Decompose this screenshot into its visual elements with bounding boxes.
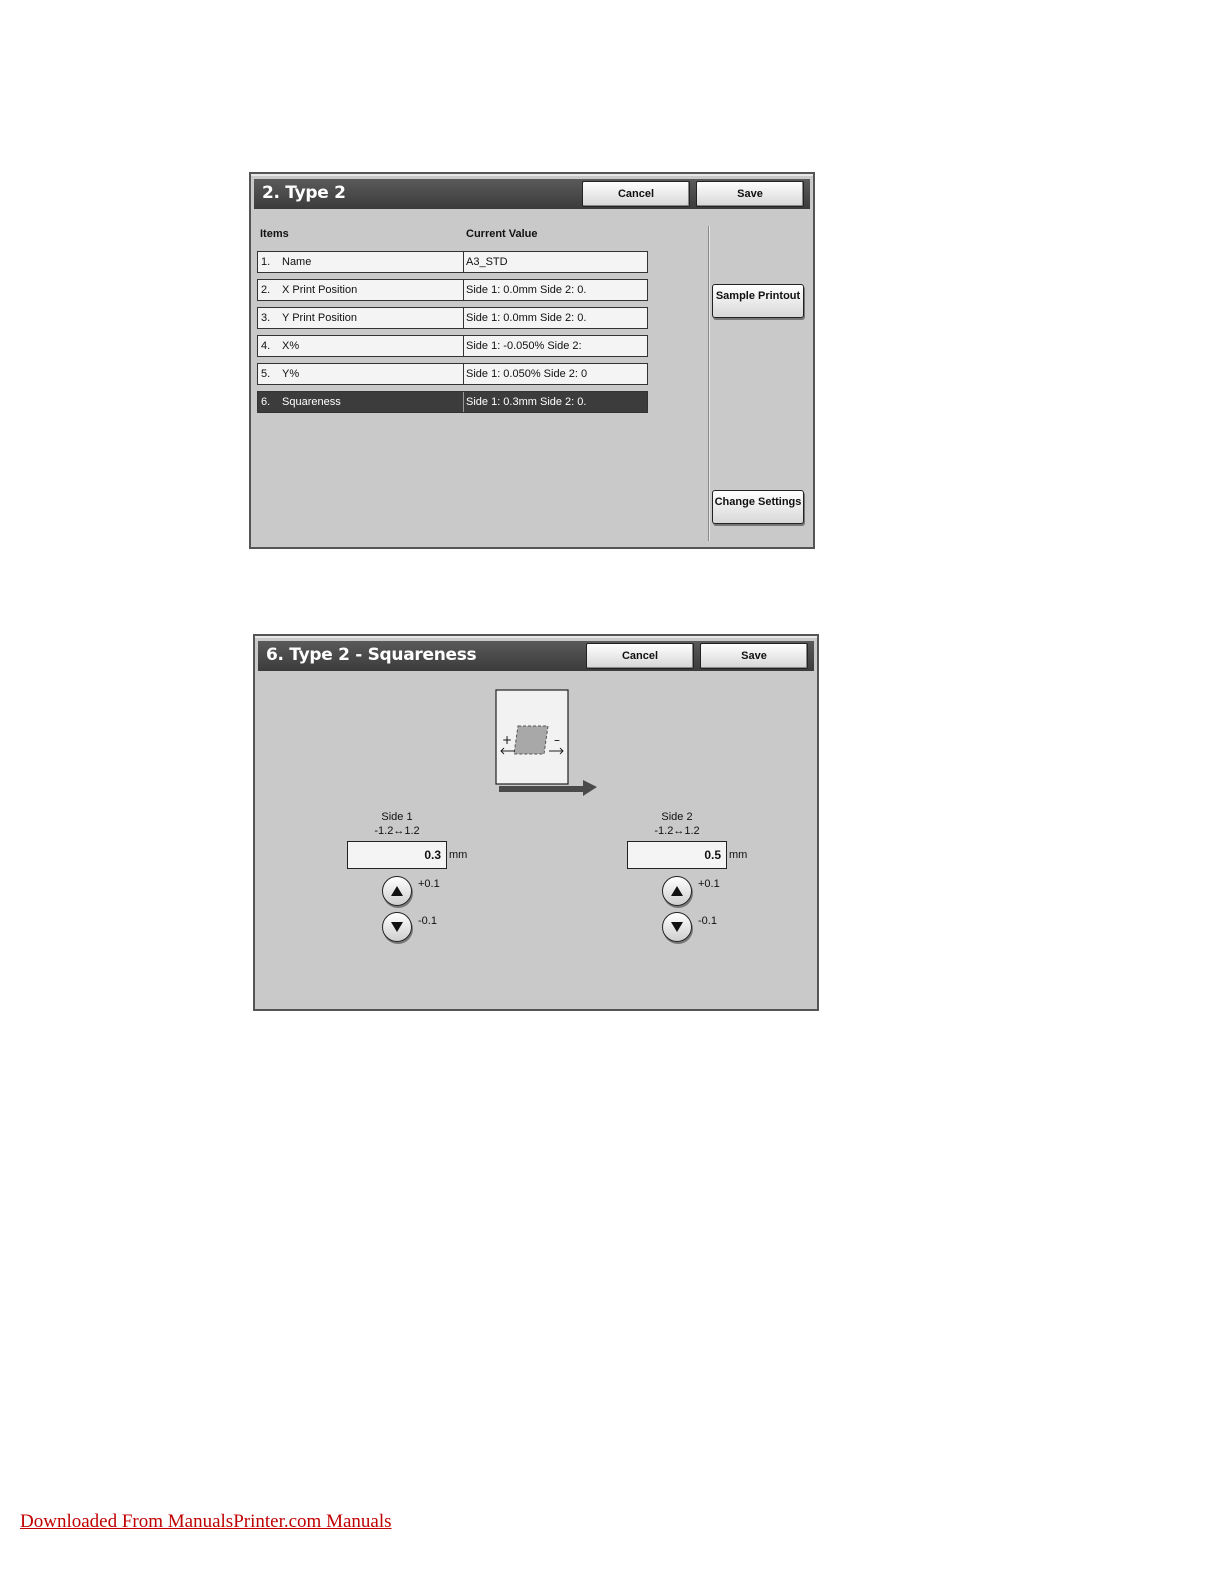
table-row-squareness[interactable]: 6. Squareness Side 1: 0.3mm Side 2: 0. <box>257 391 648 413</box>
panel-divider <box>708 226 709 541</box>
diagram-plus: + <box>502 733 512 747</box>
side2-increment-label: +0.1 <box>698 878 720 890</box>
side2-increment-button[interactable] <box>662 876 692 906</box>
row-value: Side 1: 0.0mm Side 2: 0. <box>463 308 647 328</box>
save-button[interactable]: Save <box>696 181 804 207</box>
squareness-diagram-icon: + – <box>495 689 597 796</box>
chevron-down-icon <box>671 922 683 932</box>
change-settings-button[interactable]: Change Settings <box>712 490 804 524</box>
side1-decrement-label: -0.1 <box>418 915 437 927</box>
chevron-up-icon <box>391 886 403 896</box>
row-number: 5. <box>261 368 271 380</box>
table-row-y-percent[interactable]: 5. Y% Side 1: 0.050% Side 2: 0 <box>257 363 648 385</box>
row-label: Y Print Position <box>282 312 358 324</box>
table-row-x-percent[interactable]: 4. X% Side 1: -0.050% Side 2: <box>257 335 648 357</box>
row-value: Side 1: 0.3mm Side 2: 0. <box>463 392 647 412</box>
diagram-minus: – <box>554 733 560 747</box>
side2-decrement-button[interactable] <box>662 912 692 942</box>
row-label: Squareness <box>282 396 341 408</box>
side2-value-field[interactable]: 0.5 <box>627 841 727 869</box>
items-column-header: Items <box>260 228 289 240</box>
row-number: 1. <box>261 256 271 268</box>
side1-decrement-button[interactable] <box>382 912 412 942</box>
side1-label: Side 1 <box>381 811 413 823</box>
cancel-button[interactable]: Cancel <box>586 643 694 669</box>
type2-screen: 2. Type 2 Cancel Save Items Current Valu… <box>249 172 815 549</box>
current-value-column-header: Current Value <box>466 228 538 240</box>
screen-title: 2. Type 2 <box>262 183 346 203</box>
cancel-button[interactable]: Cancel <box>582 181 690 207</box>
title-bar: 6. Type 2 - Squareness Cancel Save <box>258 641 814 671</box>
side2-range: -1.2↔1.2 <box>654 825 700 837</box>
chevron-up-icon <box>671 886 683 896</box>
sample-printout-button[interactable]: Sample Printout <box>712 284 804 318</box>
screen-title: 6. Type 2 - Squareness <box>266 645 477 665</box>
side2-label: Side 2 <box>661 811 693 823</box>
side2-unit: mm <box>729 849 748 861</box>
row-number: 4. <box>261 340 271 352</box>
footer-download-link[interactable]: Downloaded From ManualsPrinter.com Manua… <box>20 1511 392 1533</box>
row-label: Y% <box>282 368 300 380</box>
row-value: Side 1: -0.050% Side 2: <box>463 336 647 356</box>
squareness-screen: 6. Type 2 - Squareness Cancel Save + – S… <box>253 634 819 1011</box>
row-label: X Print Position <box>282 284 358 296</box>
table-row-x-print-position[interactable]: 2. X Print Position Side 1: 0.0mm Side 2… <box>257 279 648 301</box>
row-value: Side 1: 0.050% Side 2: 0 <box>463 364 647 384</box>
title-bar: 2. Type 2 Cancel Save <box>254 179 810 209</box>
side1-value-field[interactable]: 0.3 <box>347 841 447 869</box>
side1-unit: mm <box>449 849 468 861</box>
row-value: Side 1: 0.0mm Side 2: 0. <box>463 280 647 300</box>
side1-range: -1.2↔1.2 <box>374 825 420 837</box>
row-label: Name <box>282 256 312 268</box>
side1-increment-button[interactable] <box>382 876 412 906</box>
row-value: A3_STD <box>463 252 647 272</box>
row-number: 2. <box>261 284 271 296</box>
table-row-name[interactable]: 1. Name A3_STD <box>257 251 648 273</box>
row-number: 6. <box>261 396 271 408</box>
row-label: X% <box>282 340 300 352</box>
table-row-y-print-position[interactable]: 3. Y Print Position Side 1: 0.0mm Side 2… <box>257 307 648 329</box>
side1-increment-label: +0.1 <box>418 878 440 890</box>
row-number: 3. <box>261 312 271 324</box>
chevron-down-icon <box>391 922 403 932</box>
save-button[interactable]: Save <box>700 643 808 669</box>
side2-decrement-label: -0.1 <box>698 915 717 927</box>
